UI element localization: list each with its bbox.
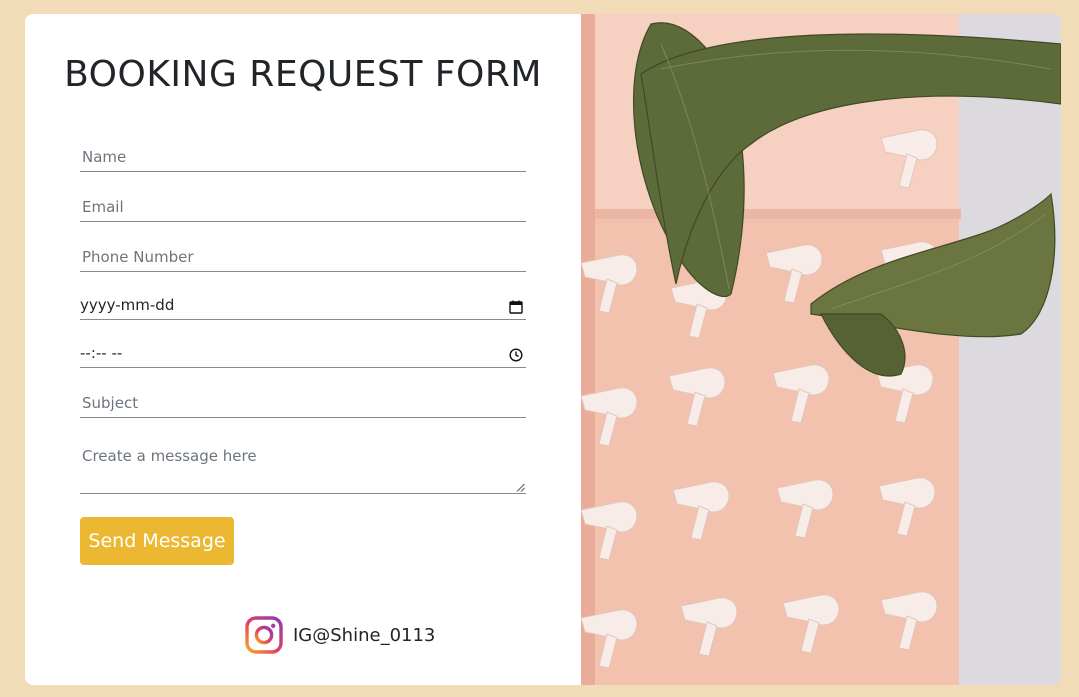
calendar-icon[interactable] — [509, 300, 523, 314]
instagram-link[interactable]: IG@Shine_0113 — [245, 616, 435, 654]
time-placeholder: --:-- -- — [80, 344, 123, 362]
booking-form: BOOKING REQUEST FORM Name Email Phone Nu… — [25, 14, 581, 685]
email-placeholder: Email — [82, 198, 124, 216]
phone-input[interactable]: Phone Number — [80, 244, 526, 272]
name-input[interactable]: Name — [80, 144, 526, 172]
name-placeholder: Name — [82, 148, 127, 166]
salon-photo — [581, 14, 1061, 685]
instagram-icon[interactable] — [245, 616, 283, 654]
date-input[interactable]: yyyy-mm-dd — [80, 294, 526, 320]
clock-icon[interactable] — [509, 348, 523, 362]
date-placeholder: yyyy-mm-dd — [80, 296, 175, 314]
phone-placeholder: Phone Number — [82, 248, 194, 266]
email-input[interactable]: Email — [80, 194, 526, 222]
subject-input[interactable]: Subject — [80, 390, 526, 418]
subject-placeholder: Subject — [82, 394, 139, 412]
message-placeholder: Create a message here — [82, 447, 257, 465]
instagram-handle: IG@Shine_0113 — [293, 624, 436, 646]
send-message-button[interactable]: Send Message — [80, 517, 234, 565]
form-title: BOOKING REQUEST FORM — [64, 54, 542, 95]
message-textarea[interactable]: Create a message here — [80, 444, 526, 494]
booking-card: BOOKING REQUEST FORM Name Email Phone Nu… — [25, 14, 1061, 685]
resize-grip-icon[interactable] — [516, 483, 525, 492]
time-input[interactable]: --:-- -- — [80, 342, 526, 368]
